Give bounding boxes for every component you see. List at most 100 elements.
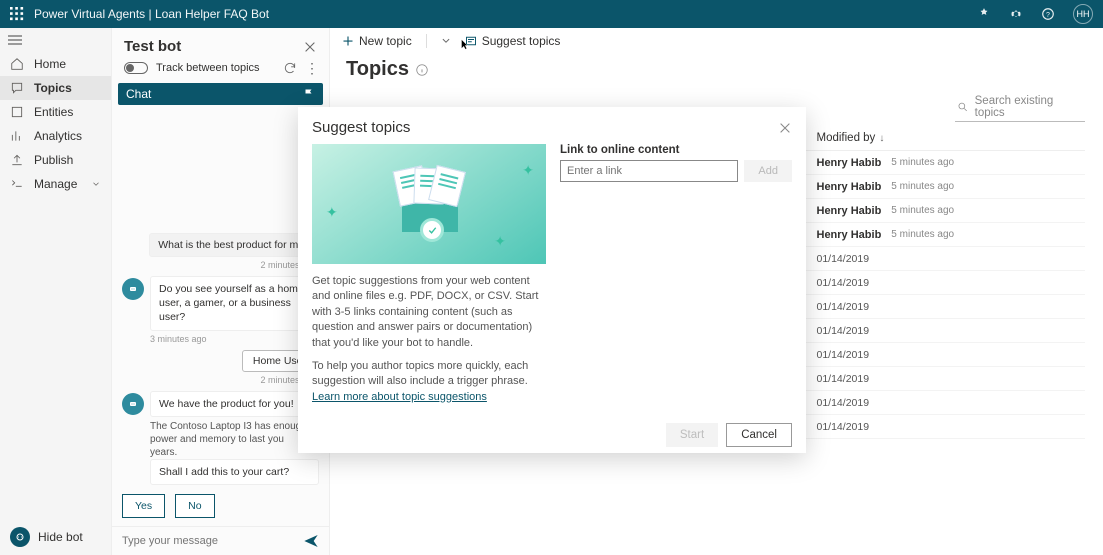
modified-date: 01/14/2019 — [817, 253, 870, 265]
modified-time: 5 minutes ago — [891, 205, 954, 216]
chat-area: What is the best product for me? 2 minut… — [112, 105, 329, 486]
checkmark-badge-icon — [420, 218, 444, 242]
suggest-topics-label: Suggest topics — [482, 34, 561, 48]
modal-description: Get topic suggestions from your web cont… — [298, 264, 558, 413]
search-icon — [957, 101, 969, 113]
product-title: Power Virtual Agents | Loan Helper FAQ B… — [34, 7, 269, 21]
flag-icon[interactable] — [303, 88, 315, 100]
nav-label: Publish — [34, 153, 73, 167]
nav-item-manage[interactable]: Manage — [0, 172, 111, 196]
track-toggle[interactable] — [124, 62, 148, 74]
nav-item-home[interactable]: Home — [0, 52, 111, 76]
modified-date: 01/14/2019 — [817, 277, 870, 289]
modified-date: 01/14/2019 — [817, 397, 870, 409]
nav-item-analytics[interactable]: Analytics — [0, 124, 111, 148]
nav-item-topics[interactable]: Topics — [0, 76, 111, 100]
bot-message: Do you see yourself as a home user, a ga… — [150, 276, 319, 331]
svg-text:?: ? — [1046, 12, 1050, 19]
cancel-button[interactable]: Cancel — [726, 423, 792, 447]
refresh-icon[interactable] — [283, 61, 297, 75]
settings-gear-icon[interactable] — [1009, 7, 1023, 21]
chevron-down-icon[interactable] — [441, 36, 451, 46]
left-navigation: Home Topics Entities Analytics Publish M… — [0, 28, 112, 555]
page-title-text: Topics — [346, 58, 409, 81]
learn-more-link[interactable]: Learn more about topic suggestions — [312, 391, 487, 403]
send-icon[interactable] — [303, 533, 319, 549]
bot-circle-icon — [10, 527, 30, 547]
page-title: Topics — [346, 58, 429, 81]
quick-replies: Yes No — [112, 486, 329, 526]
product-name: Power Virtual Agents — [34, 7, 145, 21]
timestamp: 3 minutes ago — [150, 334, 319, 344]
entities-icon — [10, 105, 24, 119]
nav-label: Analytics — [34, 129, 82, 143]
new-topic-label: New topic — [359, 34, 412, 48]
nav-item-publish[interactable]: Publish — [0, 148, 111, 172]
help-icon[interactable]: ? — [1041, 7, 1055, 21]
modal-title: Suggest topics — [312, 119, 410, 136]
modal-close-icon[interactable] — [778, 121, 792, 135]
modal-para-2: To help you author topics more quickly, … — [312, 360, 528, 387]
manage-icon — [10, 177, 24, 191]
publish-icon — [10, 153, 24, 167]
search-input-wrap[interactable]: Search existing topics — [955, 93, 1085, 122]
link-field-label: Link to online content — [560, 144, 792, 156]
bot-message: Shall I add this to your cart? — [150, 459, 319, 485]
analytics-icon — [10, 129, 24, 143]
suggest-topics-dialog: Suggest topics ✦✦✦ Link to online conten… — [298, 107, 806, 453]
chat-composer — [112, 526, 329, 555]
test-panel-title: Test bot — [124, 38, 181, 55]
track-label: Track between topics — [156, 62, 260, 74]
modified-by-name: Henry Habib — [817, 181, 882, 193]
suggest-topics-button[interactable]: Suggest topics — [465, 34, 561, 48]
modified-time: 5 minutes ago — [891, 181, 954, 192]
bot-message: We have the product for you! — [150, 391, 303, 417]
bot-avatar-icon — [122, 393, 144, 415]
hide-bot-label: Hide bot — [38, 530, 83, 544]
main-toolbar: New topic Suggest topics — [330, 28, 1103, 54]
toolbar-separator — [426, 34, 427, 48]
chevron-down-icon — [91, 179, 101, 189]
close-icon[interactable] — [303, 40, 317, 54]
add-button[interactable]: Add — [744, 160, 792, 182]
sort-down-icon: ↓ — [879, 133, 884, 144]
message-input[interactable] — [122, 535, 303, 547]
col-header-modified-by[interactable]: Modified by ↓ — [817, 132, 1086, 144]
quick-reply-no[interactable]: No — [175, 494, 214, 518]
suggest-icon — [465, 35, 477, 47]
start-button[interactable]: Start — [666, 423, 718, 447]
modified-date: 01/14/2019 — [817, 421, 870, 433]
home-icon — [10, 57, 24, 71]
link-input[interactable] — [560, 160, 738, 182]
info-icon[interactable] — [415, 63, 429, 77]
quick-reply-yes[interactable]: Yes — [122, 494, 165, 518]
modified-by-name: Henry Habib — [817, 229, 882, 241]
nav-item-entities[interactable]: Entities — [0, 100, 111, 124]
nav-collapse-button[interactable] — [0, 28, 111, 52]
user-avatar[interactable]: HH — [1073, 4, 1093, 24]
plus-icon — [342, 35, 354, 47]
hide-bot-button[interactable]: Hide bot — [0, 519, 111, 555]
modal-illustration: ✦✦✦ — [312, 144, 546, 264]
bot-avatar-icon — [122, 278, 144, 300]
more-icon[interactable]: ⋮ — [305, 63, 317, 73]
modified-date: 01/14/2019 — [817, 301, 870, 313]
chat-label: Chat — [126, 87, 151, 101]
search-placeholder: Search existing topics — [975, 95, 1083, 119]
bot-name: Loan Helper FAQ Bot — [155, 7, 269, 21]
chat-tab[interactable]: Chat — [118, 83, 323, 105]
app-launcher-icon[interactable] — [10, 7, 24, 21]
modified-by-name: Henry Habib — [817, 157, 882, 169]
user-message: What is the best product for me? — [149, 233, 319, 257]
title-separator: | — [145, 7, 155, 21]
modified-date: 01/14/2019 — [817, 373, 870, 385]
nav-label: Topics — [34, 81, 72, 95]
modified-date: 01/14/2019 — [817, 325, 870, 337]
modified-time: 5 minutes ago — [891, 229, 954, 240]
notification-icon[interactable] — [977, 7, 991, 21]
new-topic-button[interactable]: New topic — [342, 34, 412, 48]
nav-label: Manage — [34, 177, 77, 191]
top-bar: Power Virtual Agents | Loan Helper FAQ B… — [0, 0, 1103, 28]
nav-label: Home — [34, 57, 66, 71]
bot-followup: The Contoso Laptop I3 has enough power a… — [150, 420, 310, 459]
